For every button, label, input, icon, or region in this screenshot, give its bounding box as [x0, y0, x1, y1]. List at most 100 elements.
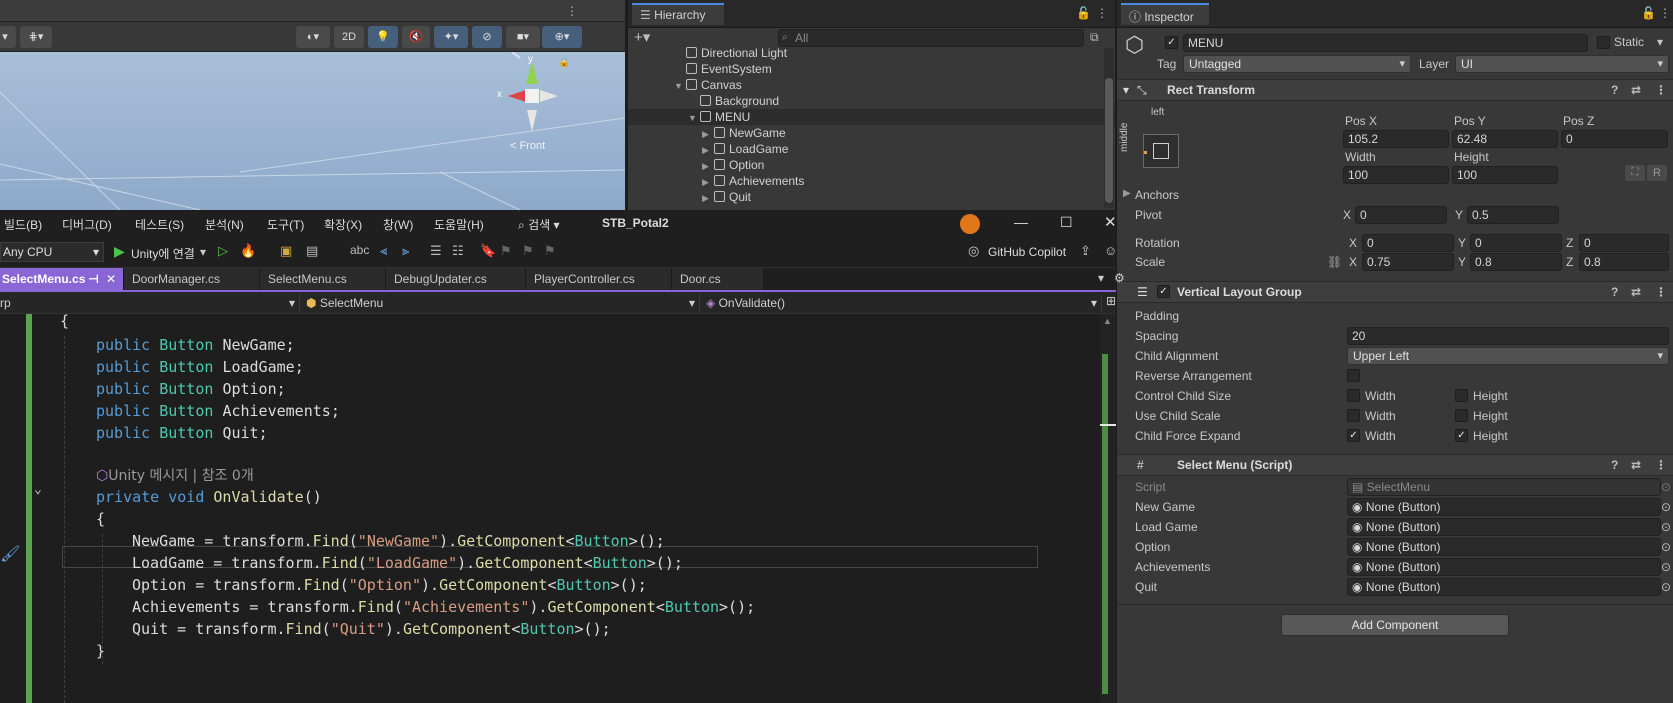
expand-arrow-icon[interactable]: ▼	[674, 78, 686, 94]
project-dropdown[interactable]: rp ▾	[0, 294, 300, 312]
raw-edit-button[interactable]: R	[1647, 165, 1667, 181]
lock-icon[interactable]: 🔓	[1076, 6, 1091, 20]
hierarchy-item-achievements[interactable]: ▶ Achievements	[628, 173, 1115, 189]
draw-mode-dropdown[interactable]: ◐▾	[296, 26, 330, 48]
share-icon[interactable]: ⇪	[1080, 243, 1091, 259]
expand-arrow-icon[interactable]: ▶	[702, 158, 714, 174]
hierarchy-item-loadgame[interactable]: ▶ LoadGame	[628, 141, 1115, 157]
copilot-icon[interactable]: ◎	[968, 243, 979, 259]
split-icon[interactable]: ⊞	[1106, 294, 1116, 308]
help-icon[interactable]: ?	[1611, 455, 1618, 475]
hierarchy-item-directional-light[interactable]: Directional Light	[628, 45, 1115, 61]
account-avatar[interactable]	[960, 214, 980, 234]
pivot-y-field[interactable]: 0.5	[1467, 206, 1559, 224]
rect-transform-header[interactable]: ▾ ⤡ Rect Transform ? ⇄ ⋮	[1117, 79, 1673, 101]
rotation-z-field[interactable]: 0	[1579, 234, 1669, 252]
lock-icon[interactable]: 🔓	[1641, 6, 1656, 20]
align-icon[interactable]: ⫷	[380, 243, 387, 259]
hierarchy-item-canvas[interactable]: ▼ Canvas	[628, 77, 1115, 93]
tab-debugupdater[interactable]: DebugUpdater.cs	[386, 268, 526, 290]
control-height-checkbox[interactable]	[1455, 389, 1468, 402]
static-dropdown-arrow-icon[interactable]: ▾	[1657, 35, 1663, 49]
close-icon[interactable]: ✕	[106, 268, 116, 290]
expand-arrow-icon[interactable]: ▶	[702, 174, 714, 190]
reverse-arrangement-checkbox[interactable]	[1347, 369, 1360, 382]
menu-extensions[interactable]: 확장(X)	[324, 216, 362, 233]
close-icon[interactable]: ✕	[1104, 213, 1117, 231]
tab-selectmenu-active[interactable]: SelectMenu.cs ⊣ ✕	[0, 268, 124, 290]
settings-gear-icon[interactable]: ⚙	[1114, 271, 1125, 285]
presets-icon[interactable]: ⇄	[1631, 455, 1641, 475]
collapse-region-icon[interactable]: ⌄	[34, 482, 42, 497]
field-new-game-value[interactable]: ◉ None (Button)	[1347, 498, 1661, 516]
field-option-value[interactable]: ◉ None (Button)	[1347, 538, 1661, 556]
active-checkbox[interactable]: ✓	[1165, 36, 1178, 49]
presets-icon[interactable]: ⇄	[1631, 80, 1641, 100]
layer-dropdown[interactable]: UI	[1455, 55, 1669, 73]
audio-toggle-icon[interactable]: 🔇	[402, 26, 430, 48]
lock-icon[interactable]: 🔒	[558, 57, 570, 68]
search-button[interactable]: ⌕ 검색 ▾	[518, 216, 560, 233]
search-filter-icon[interactable]: ⧉	[1090, 30, 1099, 45]
expand-arrow-icon[interactable]: ▶	[702, 142, 714, 158]
tab-doormanager[interactable]: DoorManager.cs	[124, 268, 260, 290]
effects-toggle-icon[interactable]: ✦▾	[434, 26, 468, 48]
codelens[interactable]: ⬡Unity 메시지 | 참조 0개	[96, 464, 254, 486]
hierarchy-scrollbar[interactable]	[1104, 48, 1114, 208]
width-field[interactable]: 100	[1343, 166, 1449, 184]
scale-y-field[interactable]: 0.8	[1470, 253, 1562, 271]
pin-icon[interactable]: ⊣	[88, 268, 99, 290]
tag-dropdown[interactable]: Untagged	[1183, 55, 1411, 73]
control-width-checkbox[interactable]	[1347, 389, 1360, 402]
more-options-icon[interactable]: ⋮	[1655, 282, 1667, 302]
pivot-x-field[interactable]: 0	[1355, 206, 1447, 224]
hierarchy-item-eventsystem[interactable]: EventSystem	[628, 61, 1115, 77]
menu-build[interactable]: 빌드(B)	[4, 216, 42, 233]
spacing-field[interactable]: 20	[1347, 327, 1669, 345]
scale-width-checkbox[interactable]	[1347, 409, 1360, 422]
more-options-icon[interactable]: ⋮	[1096, 6, 1108, 20]
anchors-label[interactable]: Anchors	[1135, 188, 1179, 202]
child-alignment-dropdown[interactable]: Upper Left	[1347, 347, 1669, 365]
code-editor[interactable]: ⌄ 🖌 { public Button NewGame; public Butt…	[0, 312, 1100, 703]
field-quit-value[interactable]: ◉ None (Button)	[1347, 578, 1661, 596]
rotation-x-field[interactable]: 0	[1362, 234, 1454, 252]
hierarchy-item-background[interactable]: Background	[628, 93, 1115, 109]
inspector-tab[interactable]: ⓘ Inspector	[1121, 3, 1209, 25]
hierarchy-item-quit[interactable]: ▶ Quit	[628, 189, 1115, 205]
grid-snap-dropdown[interactable]: ⋕▾	[20, 26, 52, 48]
tool-handle-dropdown[interactable]: ▾	[0, 26, 16, 48]
camera-dropdown-icon[interactable]: ■▾	[506, 26, 540, 48]
menu-tools[interactable]: 도구(T)	[267, 216, 304, 233]
hierarchy-tab[interactable]: ☰ Hierarchy	[632, 3, 724, 25]
uncomment-icon[interactable]: ☷	[452, 243, 464, 259]
start-without-debug-icon[interactable]: ▷	[218, 243, 228, 259]
lighting-toggle-icon[interactable]: 💡	[368, 26, 398, 48]
object-picker-icon[interactable]: ⊙	[1661, 540, 1671, 554]
tab-list-dropdown-icon[interactable]: ▾	[1098, 271, 1104, 285]
pos-y-field[interactable]: 62.48	[1452, 130, 1558, 148]
constrain-proportions-icon[interactable]: ⛓	[1327, 255, 1342, 269]
menu-help[interactable]: 도움말(H)	[434, 216, 484, 233]
scene-viewport[interactable]: x y < Front 🔒	[0, 52, 625, 210]
scale-x-field[interactable]: 0.75	[1362, 253, 1454, 271]
rotation-y-field[interactable]: 0	[1470, 234, 1562, 252]
pos-x-field[interactable]: 105.2	[1343, 130, 1449, 148]
blueprint-mode-icon[interactable]: ⛶	[1625, 165, 1645, 181]
pos-z-field[interactable]: 0	[1561, 130, 1668, 148]
vertical-layout-group-header[interactable]: ☰ ✓ Vertical Layout Group ? ⇄ ⋮	[1117, 281, 1673, 303]
expand-arrow-icon[interactable]: ▼	[688, 110, 700, 126]
add-object-button[interactable]: +▾	[634, 28, 650, 46]
more-options-icon[interactable]: ⋮	[566, 4, 578, 18]
scale-height-checkbox[interactable]	[1455, 409, 1468, 422]
quick-actions-icon[interactable]: 🖌	[0, 544, 20, 563]
menu-test[interactable]: 테스트(S)	[135, 216, 184, 233]
collapse-arrow-icon[interactable]: ▾	[1123, 80, 1129, 100]
window-layout-icon[interactable]: ▤	[306, 243, 318, 259]
more-options-icon[interactable]: ⋮	[1655, 455, 1667, 475]
spellcheck-icon[interactable]: abc	[350, 243, 369, 257]
component-enabled-checkbox[interactable]: ✓	[1157, 285, 1170, 298]
object-name-input[interactable]: MENU	[1183, 34, 1588, 52]
gameobject-icon[interactable]: ⬡	[1125, 32, 1144, 58]
presets-icon[interactable]: ⇄	[1631, 282, 1641, 302]
